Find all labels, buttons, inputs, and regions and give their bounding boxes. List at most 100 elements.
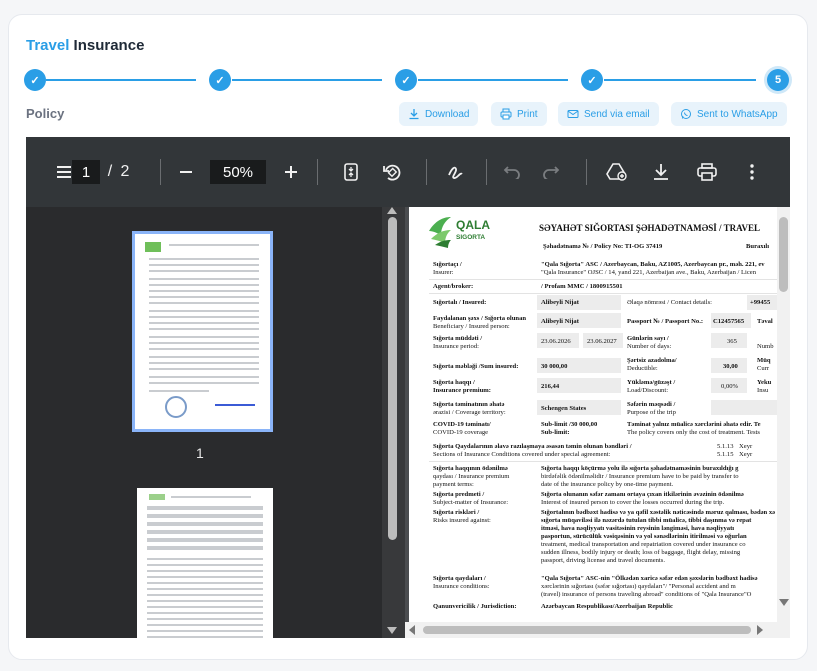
risks-line-7: passport, driving license and travel doc… bbox=[541, 557, 665, 564]
sidebar-scrollbar[interactable] bbox=[388, 217, 397, 540]
period-start: 23.06.2026 bbox=[541, 338, 571, 345]
toolbar-divider bbox=[586, 159, 587, 185]
rules-label: Sığorta qaydaları / bbox=[433, 575, 486, 582]
load-label-en: Load/Discount: bbox=[627, 387, 669, 394]
scroll-down-arrow-icon[interactable] bbox=[387, 627, 397, 634]
redo-icon bbox=[543, 166, 560, 179]
scroll-right-arrow-icon[interactable] bbox=[757, 625, 763, 635]
toolbar-divider bbox=[160, 159, 161, 185]
covid-label: COVID-19 təminatı/ bbox=[433, 421, 491, 428]
step-connector bbox=[604, 79, 756, 81]
beneficiary-label: Faydalanan şəxs / Sığorta olunan bbox=[433, 315, 527, 322]
more-icon bbox=[750, 164, 754, 180]
deductible-label-en: Deductible: bbox=[627, 365, 658, 372]
toolbar-divider bbox=[317, 159, 318, 185]
step-4-check-icon[interactable]: ✓ bbox=[581, 69, 603, 91]
risks-line-4: pasportun, sürücülük vəsiqəsinin və yol … bbox=[541, 533, 747, 540]
rules-label-en: Insurance conditions: bbox=[433, 583, 490, 590]
rules-line-1: "Qala Sığorta" ASC-nin "Ölkədən xaricə s… bbox=[541, 575, 758, 582]
sections-label-en: Sections of Insurance Conditions covered… bbox=[433, 451, 611, 458]
more-options-button[interactable] bbox=[744, 160, 760, 184]
thumbnail-page-label: 1 bbox=[196, 445, 204, 461]
send-whatsapp-button[interactable]: Sent to WhatsApp bbox=[671, 102, 787, 126]
whatsapp-icon bbox=[681, 109, 691, 119]
days-label: Günlərin sayı / bbox=[627, 335, 669, 342]
total-label-en: Insu bbox=[757, 387, 769, 394]
download-button[interactable]: Download bbox=[399, 102, 479, 126]
toolbar-divider bbox=[486, 159, 487, 185]
zoom-out-button[interactable] bbox=[176, 160, 196, 184]
document-horizontal-scrollbar[interactable] bbox=[405, 622, 777, 638]
page-thumbnail-1[interactable] bbox=[132, 231, 273, 432]
subject-value: Sığorta olunanın səfər zamanı ortaya çıx… bbox=[541, 491, 744, 498]
zoom-level-input[interactable]: 50% bbox=[210, 160, 266, 184]
step-3-check-icon[interactable]: ✓ bbox=[395, 69, 417, 91]
risks-label-en: Risks insured against: bbox=[433, 517, 491, 524]
scroll-up-arrow-icon[interactable] bbox=[387, 207, 397, 214]
send-email-button[interactable]: Send via email bbox=[558, 102, 659, 126]
qala-sigorta-logo: QALA SIGORTA bbox=[429, 217, 490, 248]
undo-button[interactable] bbox=[502, 160, 522, 184]
page-thumbnail-2[interactable] bbox=[137, 488, 273, 638]
print-button[interactable]: Print bbox=[491, 102, 547, 126]
undo-icon bbox=[503, 166, 520, 179]
currency-label: Müq bbox=[757, 357, 771, 364]
risks-line-3: itməsi, hava nəqliyyatı vasitəsinin reys… bbox=[541, 525, 735, 532]
step-2-check-icon[interactable]: ✓ bbox=[209, 69, 231, 91]
section-label-policy: Policy bbox=[26, 106, 65, 121]
print-pdf-button[interactable] bbox=[695, 160, 719, 184]
vertical-scroll-thumb[interactable] bbox=[779, 217, 788, 292]
horizontal-scroll-thumb[interactable] bbox=[423, 626, 751, 634]
policy-document-page: QALA SIGORTA SƏYAHƏT SIĞORTASI ŞƏHADƏTNA… bbox=[409, 207, 777, 622]
page-separator: / bbox=[107, 163, 113, 180]
insured-value: Alibeyli Nijat bbox=[541, 299, 579, 306]
print-icon bbox=[500, 108, 512, 120]
annotate-button[interactable] bbox=[444, 160, 468, 184]
total-label: Yeku bbox=[757, 379, 772, 386]
covid-label-en: COVID-19 coverage bbox=[433, 429, 489, 436]
insurer-value-en: "Qala Insurance" OJSC / 14, yand 221, Az… bbox=[541, 269, 757, 276]
scroll-down-arrow-icon[interactable] bbox=[779, 599, 789, 606]
agent-value: / Profam MMC / 1800915501 bbox=[541, 283, 623, 290]
premium-label: Sığorta haqqı / bbox=[433, 379, 475, 386]
deductible-label: Şərtsiz azadolma/ bbox=[627, 357, 677, 364]
add-to-drive-button[interactable] bbox=[605, 160, 629, 184]
passport-value: C12457565 bbox=[713, 318, 745, 325]
risks-line-2: sığorta müqaviləsi ilə nəzərdə tutulan t… bbox=[541, 517, 752, 524]
step-1-check-icon[interactable]: ✓ bbox=[24, 69, 46, 91]
risks-line-1: Sığortalının bədbəxt hadisə və ya qəfil … bbox=[541, 509, 776, 516]
premium-label-en: Insurance premium: bbox=[433, 387, 491, 394]
payment-value-2: birdəfəlik ödənilməlidir / Insurance pre… bbox=[541, 473, 739, 480]
purpose-label: Səfərin məqsədi / bbox=[627, 401, 676, 408]
sections-label: Sığorta Qaydalarının əlavə razılaşmaya ə… bbox=[433, 443, 632, 450]
rules-line-3: (travel) insurance of persons traveling … bbox=[541, 591, 752, 598]
section-a-value: Xeyr bbox=[739, 443, 753, 450]
scroll-left-arrow-icon[interactable] bbox=[409, 625, 415, 635]
rotate-button[interactable] bbox=[380, 160, 404, 184]
subject-label: Sığorta predmeti / bbox=[433, 491, 485, 498]
currency-label-en: Curr bbox=[757, 365, 770, 372]
covid-note-en: The policy covers only the cost of treat… bbox=[627, 429, 760, 436]
download-pdf-button[interactable] bbox=[651, 160, 671, 184]
menu-icon[interactable] bbox=[54, 160, 74, 184]
agent-label: Agent/broker: bbox=[433, 283, 474, 290]
redo-button[interactable] bbox=[541, 160, 561, 184]
risks-label: Sığorta riskləri / bbox=[433, 509, 480, 516]
territory-value: Schengen States bbox=[541, 405, 587, 412]
period-end: 23.06.2027 bbox=[587, 338, 617, 345]
passport-label: Passport № / Passport No.: bbox=[627, 318, 704, 325]
step-connector bbox=[418, 79, 568, 81]
page-number-input[interactable]: 1 bbox=[72, 160, 100, 184]
fit-page-button[interactable] bbox=[341, 160, 361, 184]
jurisdiction-value: Azərbaycan Respublikası/Azerbaijan Repub… bbox=[541, 603, 673, 610]
payment-value: Sığorta haqqı köçürmə yolu ilə sığorta ş… bbox=[541, 465, 739, 472]
load-value: 0,00% bbox=[721, 383, 739, 390]
zoom-in-button[interactable] bbox=[281, 160, 301, 184]
document-vertical-scrollbar[interactable] bbox=[777, 207, 790, 638]
covid-note: Təminat yalnız müalicə xərclərini əhatə … bbox=[627, 421, 761, 428]
policy-number: Şəhadətnamə № / Policy No: TI-OG 37419 bbox=[543, 243, 663, 250]
step-5-current[interactable]: 5 bbox=[767, 69, 789, 91]
deductible-value: 30,00 bbox=[723, 363, 738, 370]
number-label: Numb bbox=[757, 343, 774, 350]
subject-label-en: Subject-matter of Insurance: bbox=[433, 499, 509, 506]
